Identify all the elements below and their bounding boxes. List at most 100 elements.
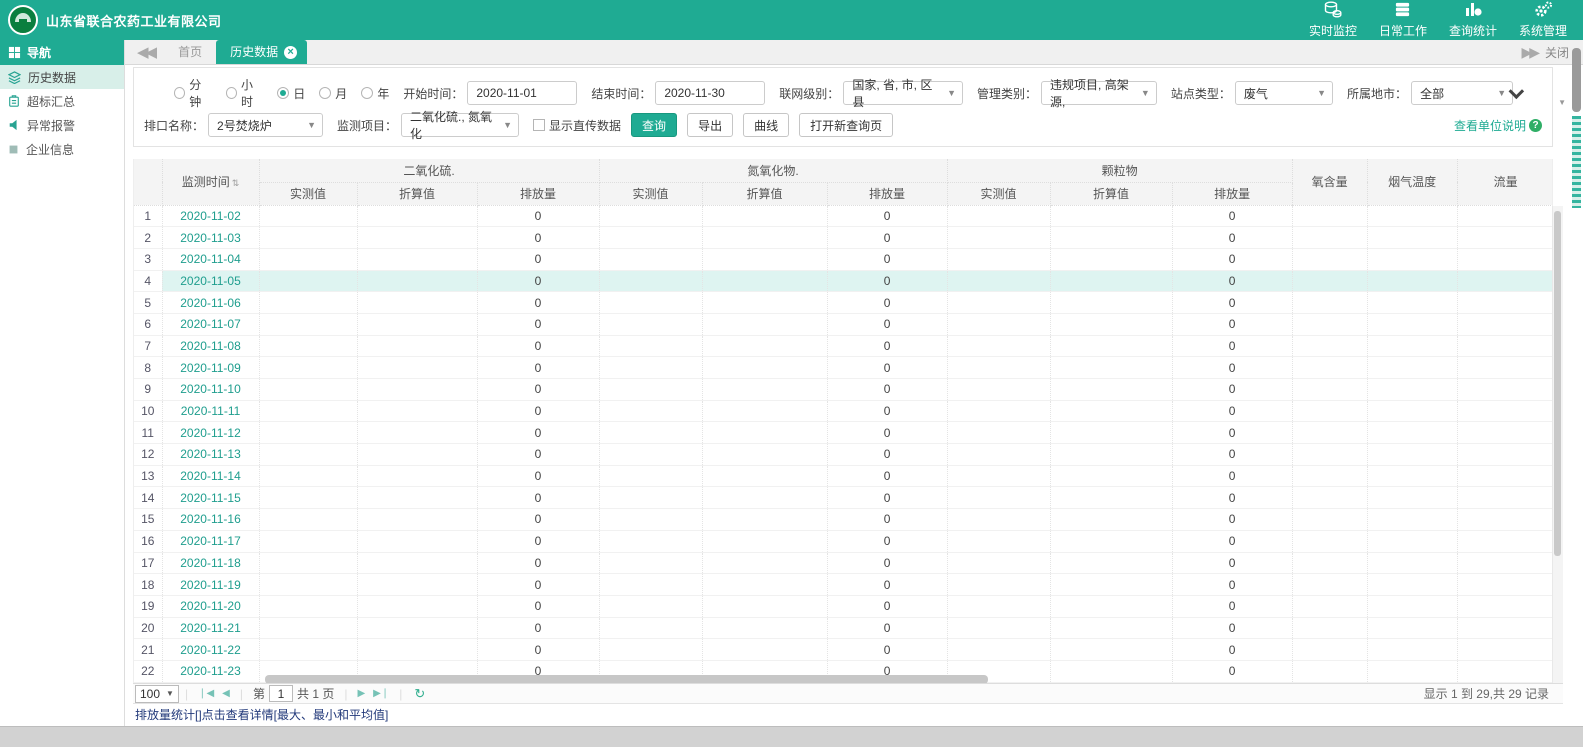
sidebar-item-超标汇总[interactable]: 超标汇总 xyxy=(0,89,124,113)
value-cell: 0 xyxy=(477,248,599,270)
table-row[interactable]: 132020-11-14000 xyxy=(134,465,1553,487)
date-cell[interactable]: 2020-11-18 xyxy=(162,552,259,574)
open-new-query-button[interactable]: 打开新查询页 xyxy=(799,113,893,137)
table-row[interactable]: 112020-11-12000 xyxy=(134,422,1553,444)
outlet-select[interactable]: 2号焚烧炉▼ xyxy=(208,113,323,137)
table-row[interactable]: 32020-11-04000 xyxy=(134,248,1553,270)
tab-history-data[interactable]: 历史数据 × xyxy=(216,40,307,64)
curve-button[interactable]: 曲线 xyxy=(743,113,789,137)
direct-data-checkbox[interactable] xyxy=(533,119,545,131)
period-radio-小时[interactable]: 小时 xyxy=(226,76,264,110)
panel-caret-icon[interactable]: ▼ xyxy=(1558,98,1566,107)
sort-icon[interactable]: ⇅ xyxy=(232,178,240,188)
table-row[interactable]: 212020-11-22000 xyxy=(134,639,1553,661)
topnav-gears[interactable]: 系统管理 xyxy=(1519,1,1567,39)
table-row[interactable]: 92020-11-10000 xyxy=(134,379,1553,401)
site-type-select[interactable]: 废气▼ xyxy=(1235,81,1333,105)
table-row[interactable]: 52020-11-06000 xyxy=(134,292,1553,314)
date-cell[interactable]: 2020-11-04 xyxy=(162,248,259,270)
tab-home[interactable]: 首页 xyxy=(164,40,216,64)
table-row[interactable]: 142020-11-15000 xyxy=(134,487,1553,509)
table-row[interactable]: 122020-11-13000 xyxy=(134,444,1553,466)
page-scrollbar-thumb[interactable] xyxy=(1572,48,1581,112)
date-cell[interactable]: 2020-11-11 xyxy=(162,400,259,422)
period-radio-月[interactable]: 月 xyxy=(319,85,347,102)
table-row[interactable]: 62020-11-07000 xyxy=(134,313,1553,335)
date-cell[interactable]: 2020-11-07 xyxy=(162,313,259,335)
network-level-select[interactable]: 国家, 省, 市, 区县▼ xyxy=(843,81,963,105)
table-row[interactable]: 82020-11-09000 xyxy=(134,357,1553,379)
export-button[interactable]: 导出 xyxy=(687,113,733,137)
table-row[interactable]: 22020-11-03000 xyxy=(134,227,1553,249)
date-cell[interactable]: 2020-11-17 xyxy=(162,530,259,552)
sidebar-item-异常报警[interactable]: 异常报警 xyxy=(0,113,124,137)
tabs-scroll-left-icon[interactable]: ◀◀ xyxy=(125,41,164,64)
table-row[interactable]: 192020-11-20000 xyxy=(134,595,1553,617)
value-cell: 0 xyxy=(827,379,947,401)
date-cell[interactable]: 2020-11-08 xyxy=(162,335,259,357)
table-row[interactable]: 152020-11-16000 xyxy=(134,509,1553,531)
sidebar-item-企业信息[interactable]: 企业信息 xyxy=(0,137,124,161)
period-radio-日[interactable]: 日 xyxy=(277,85,305,102)
city-select[interactable]: 全部▼ xyxy=(1411,81,1513,105)
period-radio-年[interactable]: 年 xyxy=(361,85,389,102)
table-row[interactable]: 72020-11-08000 xyxy=(134,335,1553,357)
table-row[interactable]: 182020-11-19000 xyxy=(134,574,1553,596)
refresh-icon[interactable]: ↻ xyxy=(414,686,425,702)
value-cell: 0 xyxy=(477,227,599,249)
date-cell[interactable]: 2020-11-22 xyxy=(162,639,259,661)
page-size-select[interactable]: 100▼ xyxy=(135,685,179,703)
table-row[interactable]: 42020-11-05000 xyxy=(134,270,1553,292)
tab-close-icon[interactable]: × xyxy=(284,46,297,59)
first-page-icon[interactable]: ❘◀ xyxy=(198,688,214,699)
date-cell[interactable]: 2020-11-03 xyxy=(162,227,259,249)
date-cell[interactable]: 2020-11-21 xyxy=(162,617,259,639)
table-row[interactable]: 12020-11-02000 xyxy=(134,205,1553,227)
date-cell[interactable]: 2020-11-15 xyxy=(162,487,259,509)
monitor-item-select[interactable]: 二氧化硫., 氮氧化▼ xyxy=(401,113,519,137)
period-radio-分钟[interactable]: 分钟 xyxy=(174,76,212,110)
topnav-database[interactable]: 实时监控 xyxy=(1309,1,1357,39)
date-cell[interactable]: 2020-11-10 xyxy=(162,379,259,401)
topnav-drawer[interactable]: 日常工作 xyxy=(1379,1,1427,39)
date-cell[interactable]: 2020-11-12 xyxy=(162,422,259,444)
emission-stats-link[interactable]: 排放量统计[]点击查看详情[最大、最小和平均值] xyxy=(135,706,388,723)
manage-type-select[interactable]: 违规项目, 高架源,▼ xyxy=(1041,81,1157,105)
table-vscrollbar-thumb[interactable] xyxy=(1554,211,1561,556)
value-cell xyxy=(1050,552,1172,574)
table-row[interactable]: 102020-11-11000 xyxy=(134,400,1553,422)
end-time-input[interactable]: 2020-11-30 xyxy=(655,81,765,105)
row-index-cell: 7 xyxy=(134,335,162,357)
table-row[interactable]: 172020-11-18000 xyxy=(134,552,1553,574)
start-time-input[interactable]: 2020-11-01 xyxy=(467,81,577,105)
date-cell[interactable]: 2020-11-09 xyxy=(162,357,259,379)
date-cell[interactable]: 2020-11-20 xyxy=(162,595,259,617)
value-cell: 0 xyxy=(477,530,599,552)
date-cell[interactable]: 2020-11-23 xyxy=(162,660,259,682)
sidebar-item-历史数据[interactable]: 历史数据 xyxy=(0,65,124,89)
last-page-icon[interactable]: ▶❘ xyxy=(373,688,389,699)
prev-page-icon[interactable]: ◀ xyxy=(222,688,230,699)
value-cell xyxy=(1367,422,1457,444)
value-cell xyxy=(1292,313,1367,335)
date-cell[interactable]: 2020-11-13 xyxy=(162,444,259,466)
table-row[interactable]: 162020-11-17000 xyxy=(134,530,1553,552)
date-cell[interactable]: 2020-11-19 xyxy=(162,574,259,596)
table-row[interactable]: 202020-11-21000 xyxy=(134,617,1553,639)
date-cell[interactable]: 2020-11-14 xyxy=(162,465,259,487)
time-column-header[interactable]: 监测时间⇅ xyxy=(162,159,259,205)
date-cell[interactable]: 2020-11-16 xyxy=(162,509,259,531)
query-button[interactable]: 查询 xyxy=(631,113,677,137)
date-cell[interactable]: 2020-11-02 xyxy=(162,205,259,227)
value-cell xyxy=(702,400,827,422)
date-cell[interactable]: 2020-11-06 xyxy=(162,292,259,314)
close-tabs-button[interactable]: 关闭 xyxy=(1545,44,1569,61)
next-page-icon[interactable]: ▶ xyxy=(357,688,365,699)
company-logo-icon xyxy=(8,5,38,35)
date-cell[interactable]: 2020-11-05 xyxy=(162,270,259,292)
unit-help-link[interactable]: 查看单位说明 ? xyxy=(1454,117,1542,134)
tabs-scroll-right-icon[interactable]: ▶▶ xyxy=(1521,44,1537,61)
page-number-input[interactable]: 1 xyxy=(269,685,293,702)
topnav-bar-chart[interactable]: 查询统计 xyxy=(1449,1,1497,39)
group-header-0: 二氧化硫. xyxy=(259,159,599,182)
